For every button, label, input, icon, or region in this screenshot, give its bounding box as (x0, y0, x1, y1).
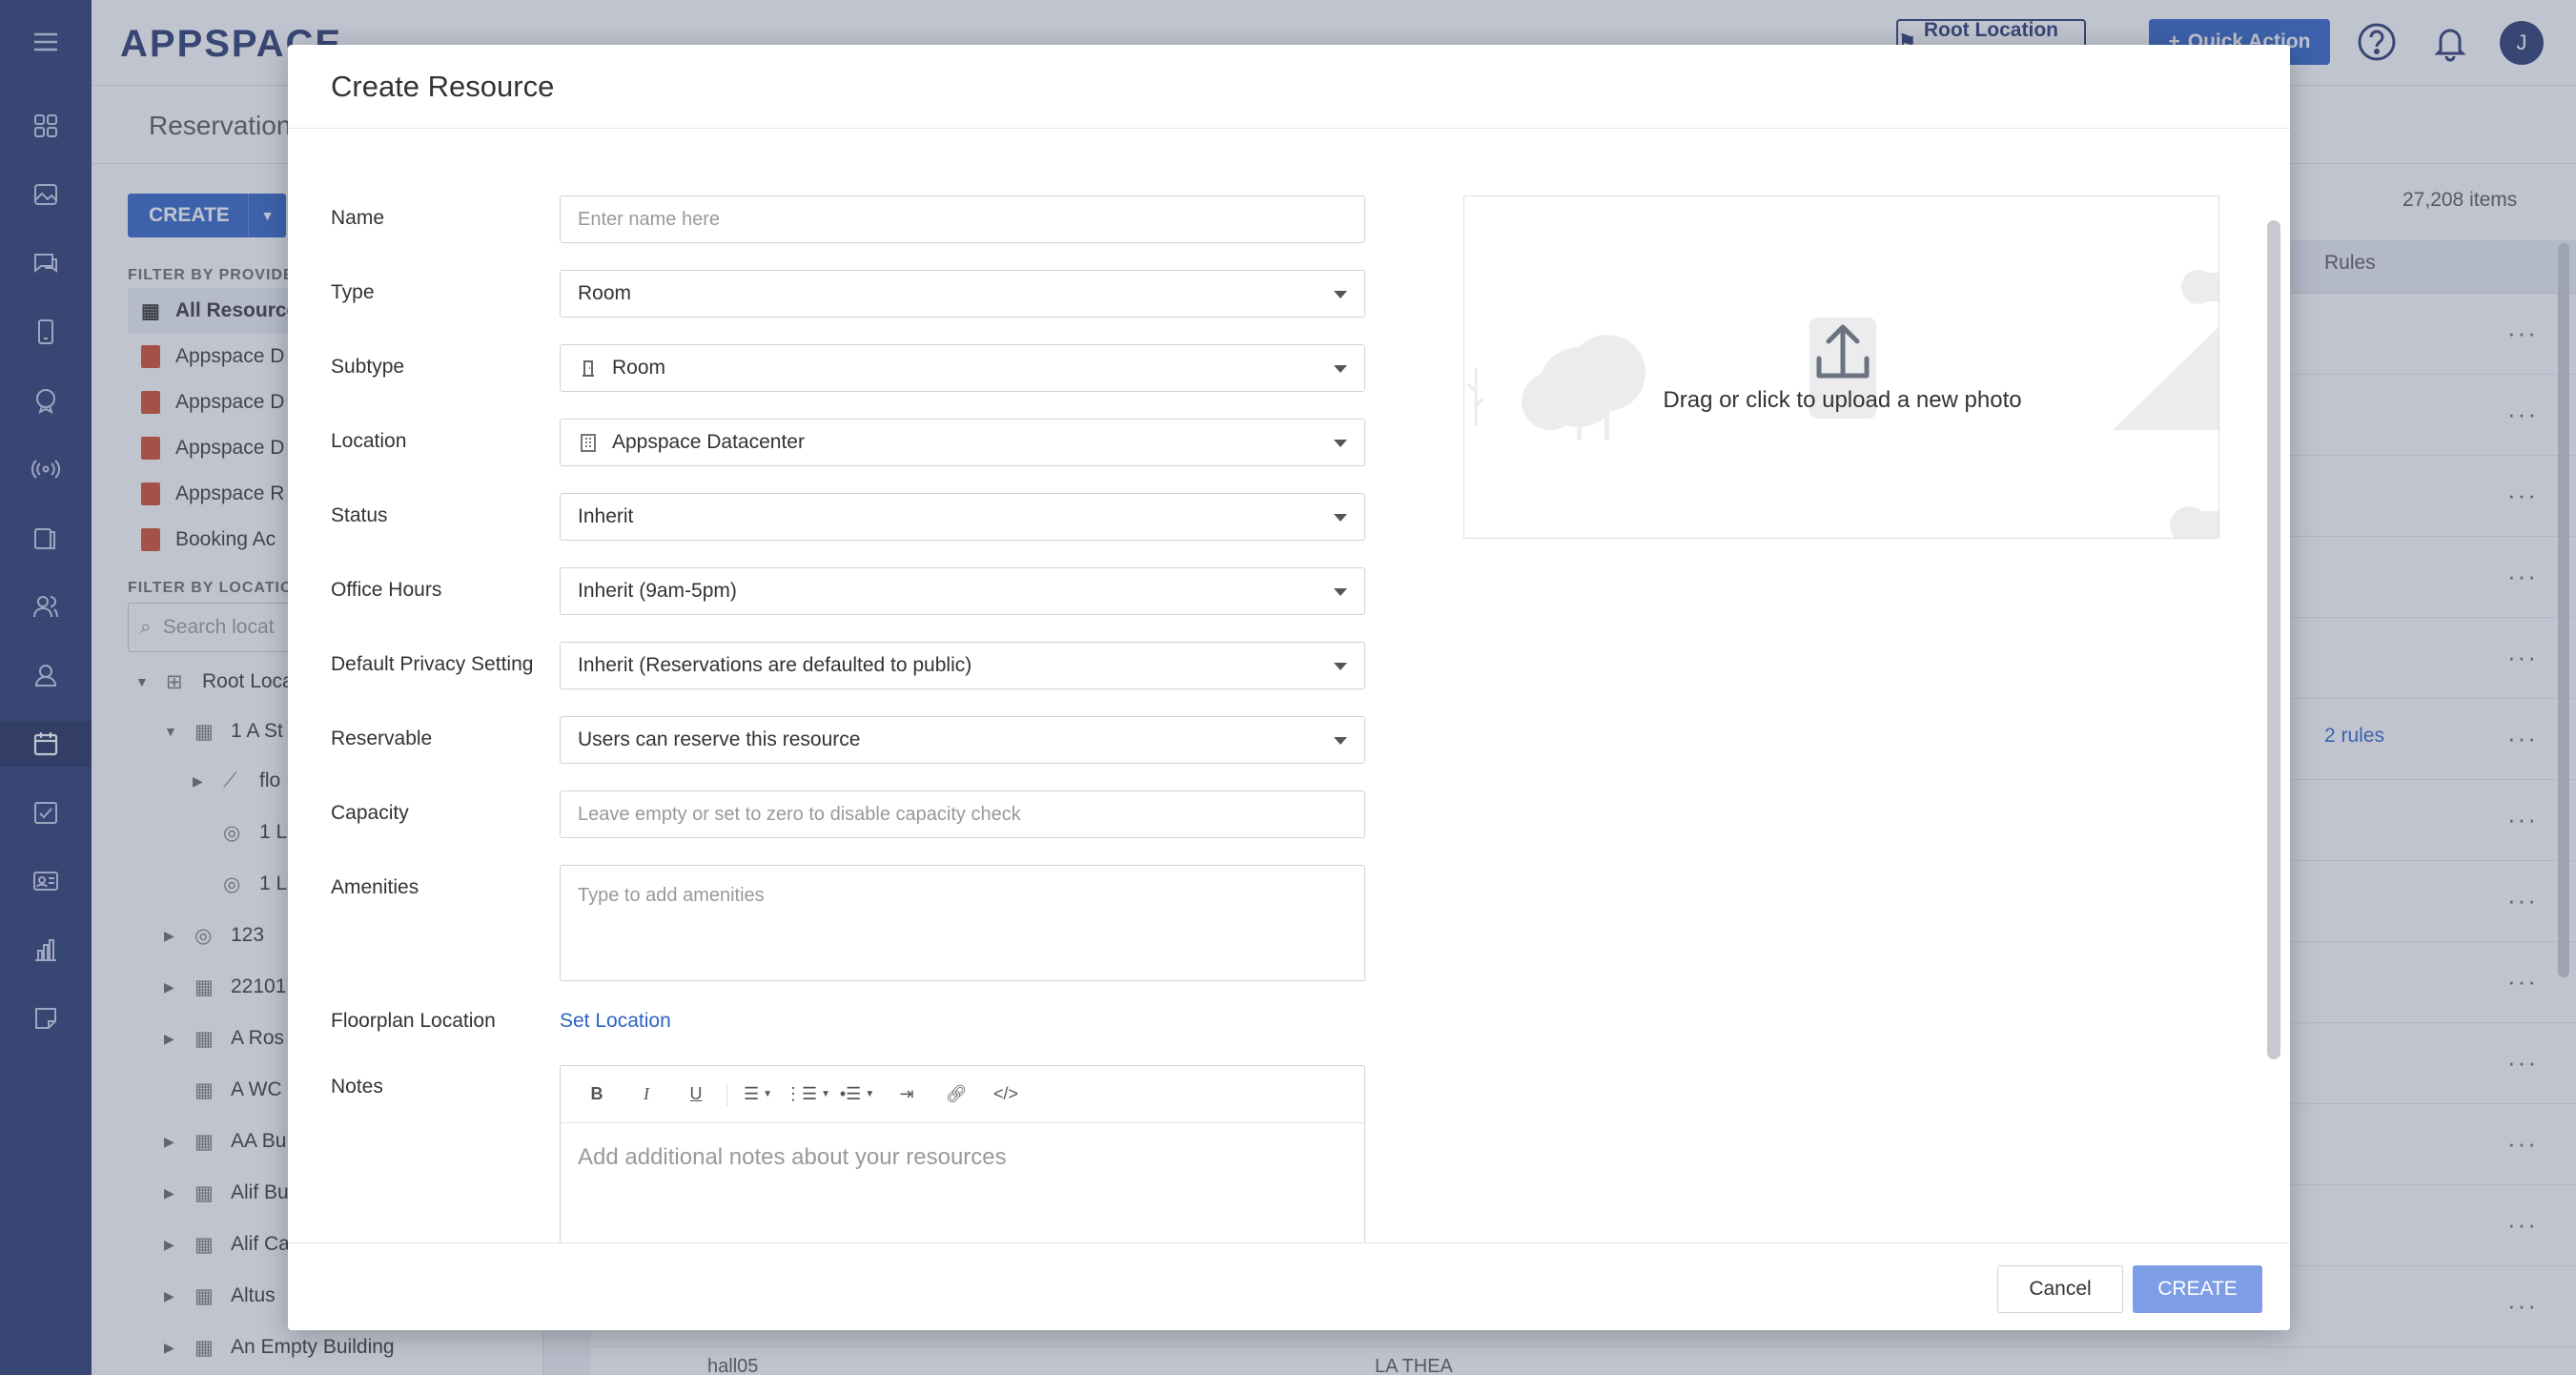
set-location-link[interactable]: Set Location (560, 1010, 671, 1033)
caret-down-icon (1334, 440, 1347, 447)
caret-down-icon: ▼ (865, 1089, 875, 1099)
capacity-placeholder: Leave empty or set to zero to disable ca… (578, 803, 1021, 825)
name-placeholder: Enter name here (578, 208, 720, 230)
underline-button[interactable]: U (673, 1077, 719, 1112)
caret-down-icon (1334, 737, 1347, 745)
room-icon (578, 358, 599, 379)
status-label: Status (331, 504, 388, 526)
office-hours-value: Inherit (9am-5pm) (578, 580, 737, 602)
code-icon: </> (993, 1084, 1019, 1103)
type-label: Type (331, 281, 375, 303)
dialog-header: Create Resource (288, 45, 2290, 129)
link-button[interactable]: 🔗︎ (933, 1077, 979, 1112)
subtype-value: Room (612, 357, 666, 379)
upload-text: Drag or click to upload a new photo (1663, 387, 2022, 413)
photo-upload-dropzone[interactable]: Drag or click to upload a new photo (1463, 195, 2219, 539)
privacy-label: Default Privacy Setting (331, 653, 534, 675)
subtype-label: Subtype (331, 356, 405, 378)
name-label: Name (331, 207, 385, 229)
bullet-list-icon: •☰ (839, 1084, 862, 1103)
caret-down-icon (1334, 291, 1347, 298)
privacy-select[interactable]: Inherit (Reservations are defaulted to p… (560, 642, 1365, 689)
create-resource-button[interactable]: CREATE (2133, 1265, 2262, 1313)
toolbar-divider (726, 1082, 727, 1106)
caret-down-icon: ▼ (821, 1089, 831, 1099)
capacity-label: Capacity (331, 802, 409, 824)
indent-button[interactable]: ⇥ (884, 1077, 930, 1112)
building-icon (578, 432, 599, 453)
status-value: Inherit (578, 505, 634, 527)
bullet-list-button[interactable]: •☰ ▼ (834, 1077, 880, 1112)
reservable-value: Users can reserve this resource (578, 729, 861, 750)
type-value: Room (578, 282, 632, 304)
office-hours-select[interactable]: Inherit (9am-5pm) (560, 567, 1365, 615)
reservable-label: Reservable (331, 728, 433, 749)
caret-down-icon: ▼ (763, 1089, 773, 1099)
dialog-scrollbar[interactable] (2267, 220, 2280, 1059)
caret-down-icon (1334, 663, 1347, 670)
status-select[interactable]: Inherit (560, 493, 1365, 541)
office-hours-label: Office Hours (331, 579, 442, 601)
indent-icon: ⇥ (899, 1084, 914, 1103)
caret-down-icon (1334, 514, 1347, 522)
reservable-select[interactable]: Users can reserve this resource (560, 716, 1365, 764)
ordered-list-button[interactable]: ⋮☰ ▼ (785, 1077, 830, 1112)
amenities-placeholder: Type to add amenities (578, 885, 765, 906)
caret-down-icon (1334, 588, 1347, 596)
name-input[interactable]: Enter name here (560, 195, 1365, 243)
ordered-list-icon: ⋮☰ (785, 1084, 818, 1103)
privacy-value: Inherit (Reservations are defaulted to p… (578, 654, 972, 676)
caret-down-icon (1334, 365, 1347, 373)
amenities-label: Amenities (331, 876, 419, 898)
dialog-title: Create Resource (331, 70, 555, 103)
code-button[interactable]: </> (983, 1077, 1029, 1112)
align-left-icon: ☰ (743, 1084, 760, 1103)
subtype-select[interactable]: Room (560, 344, 1365, 392)
location-label: Location (331, 430, 407, 452)
italic-button[interactable]: I (624, 1077, 669, 1112)
amenities-input[interactable]: Type to add amenities (560, 865, 1365, 981)
notes-label: Notes (331, 1076, 383, 1098)
link-icon: 🔗︎ (945, 1084, 968, 1103)
capacity-input[interactable]: Leave empty or set to zero to disable ca… (560, 790, 1365, 838)
bold-button[interactable]: B (574, 1077, 620, 1112)
dialog-footer: Cancel CREATE (288, 1242, 2290, 1330)
create-resource-dialog: Create Resource Name Enter name here Typ… (288, 45, 2290, 1330)
location-value: Appspace Datacenter (612, 431, 805, 453)
align-button[interactable]: ☰ ▼ (735, 1077, 781, 1112)
editor-toolbar: B I U ☰ ▼ ⋮☰ ▼ •☰ ▼ ⇥ 🔗︎ </> (561, 1066, 1364, 1123)
dialog-body: Name Enter name here Type Room Subtype R… (288, 129, 2290, 1288)
location-select[interactable]: Appspace Datacenter (560, 419, 1365, 466)
floorplan-label: Floorplan Location (331, 1010, 496, 1032)
type-select[interactable]: Room (560, 270, 1365, 318)
cancel-button[interactable]: Cancel (1997, 1265, 2123, 1313)
notes-placeholder: Add additional notes about your resource… (578, 1144, 1007, 1170)
